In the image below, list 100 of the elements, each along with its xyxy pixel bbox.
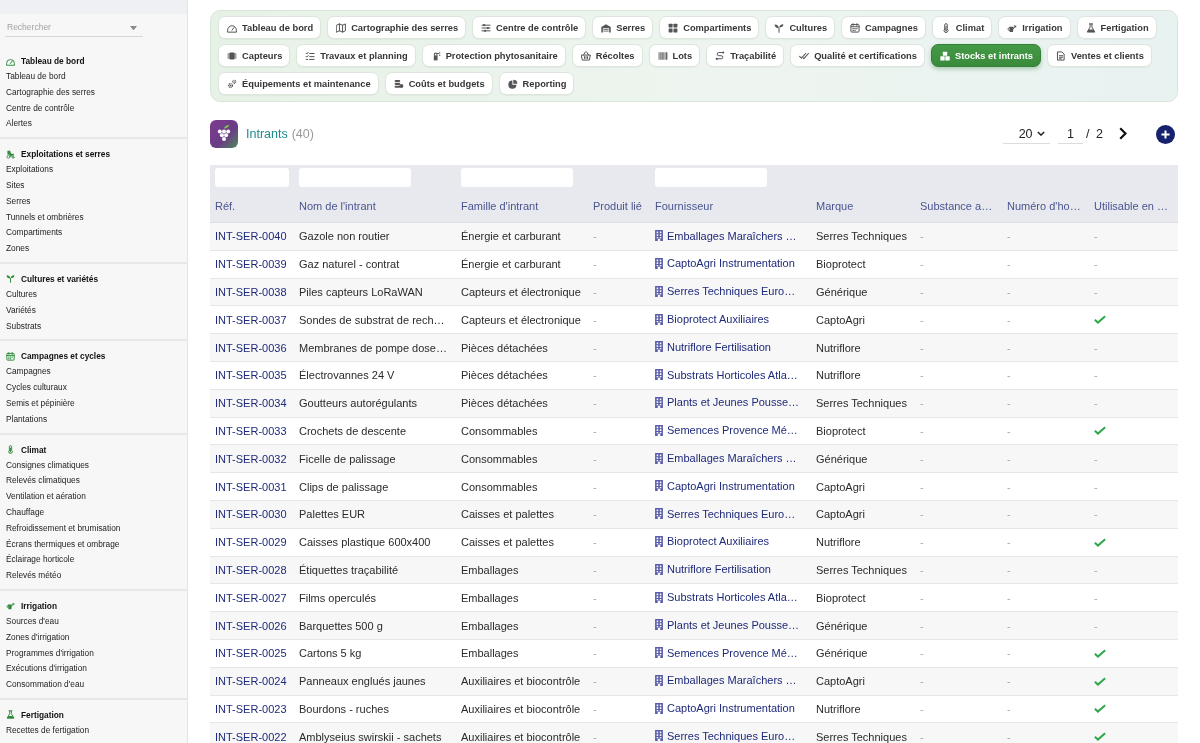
search-field[interactable]: Rechercher [5,18,143,37]
column-header[interactable]: Famille d'intrant [461,200,539,212]
table-row[interactable]: INT-SER-0033 Crochets de descente Consommables - Semences Provence Mé… Bioprotect - - [210,417,1178,445]
sidebar-item[interactable]: Écrans thermiques et ombrage [6,536,120,553]
sidebar-item[interactable]: Tunnels et ombrières [6,209,84,226]
sidebar-item[interactable]: Ventilation et aération [6,489,86,505]
table-row[interactable]: INT-SER-0029 Caisses plastique 600x400 Caisses et palettes - Bioprotect Auxiliaires Nutriflore - - [210,528,1178,557]
supplier-link[interactable]: CaptoAgri Instrumentation [655,479,795,492]
sidebar-item[interactable]: Sources d'eau [6,613,59,630]
sidebar-item[interactable]: Cultures [6,286,37,303]
sidebar-item[interactable]: Tableau de bord [6,69,66,85]
supplier-link[interactable]: Nutriflore Fertilisation [655,563,771,576]
module-tab[interactable]: Équipements et maintenance [218,72,379,95]
table-row[interactable]: INT-SER-0039 Gaz naturel - contrat Énergie et carburant - CaptoAgri Instrumentation Bioprotect - - - [210,250,1178,279]
column-header[interactable]: Utilisable en … [1094,200,1168,212]
module-tab[interactable]: Lots [648,44,701,67]
sidebar-item[interactable]: Plantations [6,411,48,428]
module-tab[interactable]: Capteurs [218,44,291,67]
sidebar-item[interactable]: Serres [6,193,31,210]
module-tab[interactable]: Travaux et planning [296,44,416,67]
module-tab[interactable]: Traçabilité [706,44,785,67]
table-row[interactable]: INT-SER-0022 Amblyseius swirskii - sachets Auxiliaires et biocontrôle - Serres Techniques Euro… Serres Techniques - - [210,722,1178,743]
sidebar-item[interactable]: Compartiments [6,225,63,242]
reference-link[interactable]: INT-SER-0033 [215,424,287,437]
reference-link[interactable]: INT-SER-0027 [215,591,287,604]
reference-link[interactable]: INT-SER-0037 [215,313,287,326]
reference-link[interactable]: INT-SER-0032 [215,452,287,465]
column-header[interactable]: Réf. [215,200,236,212]
supplier-link[interactable]: CaptoAgri Instrumentation [655,257,795,270]
module-tab[interactable]: Protection phytosanitaire [421,44,566,67]
module-tab[interactable]: Irrigation [998,16,1071,39]
sidebar-item[interactable]: Consignes climatiques [6,457,89,474]
sidebar-item[interactable]: Zones d'irrigation [6,629,70,646]
reference-link[interactable]: INT-SER-0026 [215,619,287,632]
table-row[interactable]: INT-SER-0036 Membranes de pompe dose… Pièces détachées - Nutriflore Fertilisation Nutriflore - - - [210,333,1178,362]
module-tab[interactable]: Centre de contrôle [472,16,587,39]
sidebar-item[interactable]: Exploitations [6,162,54,178]
reference-link[interactable]: INT-SER-0034 [215,397,287,410]
page-size-select[interactable]: 20 [1003,124,1051,144]
sidebar-item[interactable]: Chauffage [6,504,45,521]
add-button[interactable] [1156,124,1175,144]
table-row[interactable]: INT-SER-0037 Sondes de substrat de rech… Capteurs et électronique - Bioprotect Auxiliaires CaptoAgri - - [210,305,1178,334]
module-tab[interactable]: Reporting [498,72,575,95]
module-tab[interactable]: Serres [592,16,654,39]
column-header[interactable]: Substance a… [920,200,993,212]
sidebar-item[interactable]: Relevés climatiques [6,473,80,490]
sidebar-item[interactable]: Consommation d'eau [6,677,85,693]
table-row[interactable]: INT-SER-0031 Clips de palissage Consommables - CaptoAgri Instrumentation CaptoAgri - - - [210,472,1178,501]
column-header[interactable]: Produit lié [593,200,642,212]
reference-link[interactable]: INT-SER-0023 [215,702,287,715]
column-header[interactable]: Numéro d'ho… [1007,200,1081,212]
reference-link[interactable]: INT-SER-0031 [215,480,287,493]
module-tab[interactable]: Cultures [765,16,836,39]
sidebar-item[interactable]: Relevés météo [6,568,62,584]
sidebar-item[interactable]: Variétés [6,302,36,319]
module-tab[interactable]: Campagnes [841,16,926,39]
reference-link[interactable]: INT-SER-0028 [215,563,287,576]
sidebar-item[interactable]: Refroidissement et brumisation [6,520,121,537]
supplier-link[interactable]: Serres Techniques Euro… [655,285,796,298]
supplier-link[interactable]: Bioprotect Auxiliaires [655,535,770,548]
sidebar-item[interactable]: Programmes d'irrigation [6,645,94,662]
column-header[interactable]: Fournisseur [655,200,714,212]
module-tab[interactable]: Fertigation [1076,16,1157,39]
supplier-link[interactable]: CaptoAgri Instrumentation [655,702,795,715]
module-tab[interactable]: Qualité et certifications [790,44,925,67]
sidebar-item[interactable]: Exécutions d'irrigation [6,661,87,678]
table-row[interactable]: INT-SER-0024 Panneaux englués jaunes Auxiliaires et biocontrôle - Emballages Maraîchers … CaptoAgri - - [210,667,1178,696]
module-tab[interactable]: Cartographie des serres [327,16,467,39]
supplier-link[interactable]: Serres Techniques Euro… [655,730,796,742]
sidebar-item[interactable]: Substrats [6,318,42,335]
reference-link[interactable]: INT-SER-0038 [215,286,287,298]
table-row[interactable]: INT-SER-0035 Électrovannes 24 V Pièces détachées - Substrats Horticoles Atla… Nutriflore - - - [210,361,1178,390]
sidebar-item[interactable]: Semis et pépinière [6,395,75,412]
table-row[interactable]: INT-SER-0027 Films operculés Emballages - Substrats Horticoles Atla… Bioprotect - - - [210,583,1178,612]
supplier-link[interactable]: Emballages Maraîchers … [655,452,797,464]
page-input[interactable]: 1 [1058,124,1084,144]
supplier-link[interactable]: Serres Techniques Euro… [655,507,796,520]
sidebar-item[interactable]: Cartographie des serres [6,84,95,101]
table-row[interactable]: INT-SER-0025 Cartons 5 kg Emballages - Semences Provence Mé… Générique - - [210,639,1178,668]
supplier-link[interactable]: Bioprotect Auxiliaires [655,313,770,326]
supplier-link[interactable]: Nutriflore Fertilisation [655,340,771,353]
table-row[interactable]: INT-SER-0028 Étiquettes traçabilité Emballages - Nutriflore Fertilisation Serres Techniques - - - [210,556,1178,584]
module-tab[interactable]: Climat [931,16,993,39]
module-tab[interactable]: Coûts et budgets [384,72,493,95]
reference-link[interactable]: INT-SER-0029 [215,536,287,549]
table-row[interactable]: INT-SER-0038 Piles capteurs LoRaWAN Capteurs et électronique - Serres Techniques Euro… Générique - - - [210,278,1178,306]
sidebar-item[interactable]: Sites [6,178,25,194]
reference-link[interactable]: INT-SER-0040 [215,230,287,243]
column-header[interactable]: Marque [816,200,854,212]
reference-link[interactable]: INT-SER-0036 [215,341,287,354]
supplier-link[interactable]: Emballages Maraîchers … [655,229,797,242]
reference-link[interactable]: INT-SER-0022 [215,730,287,743]
sidebar-item[interactable]: Alertes [6,116,32,133]
supplier-link[interactable]: Semences Provence Mé… [655,424,798,437]
reference-link[interactable]: INT-SER-0025 [215,647,287,660]
module-tab[interactable]: Tableau de bord [218,16,322,39]
supplier-link[interactable]: Semences Provence Mé… [655,646,798,659]
module-tab[interactable]: Compartiments [659,16,760,39]
supplier-link[interactable]: Substrats Horticoles Atla… [655,368,798,381]
reference-link[interactable]: INT-SER-0035 [215,369,287,382]
